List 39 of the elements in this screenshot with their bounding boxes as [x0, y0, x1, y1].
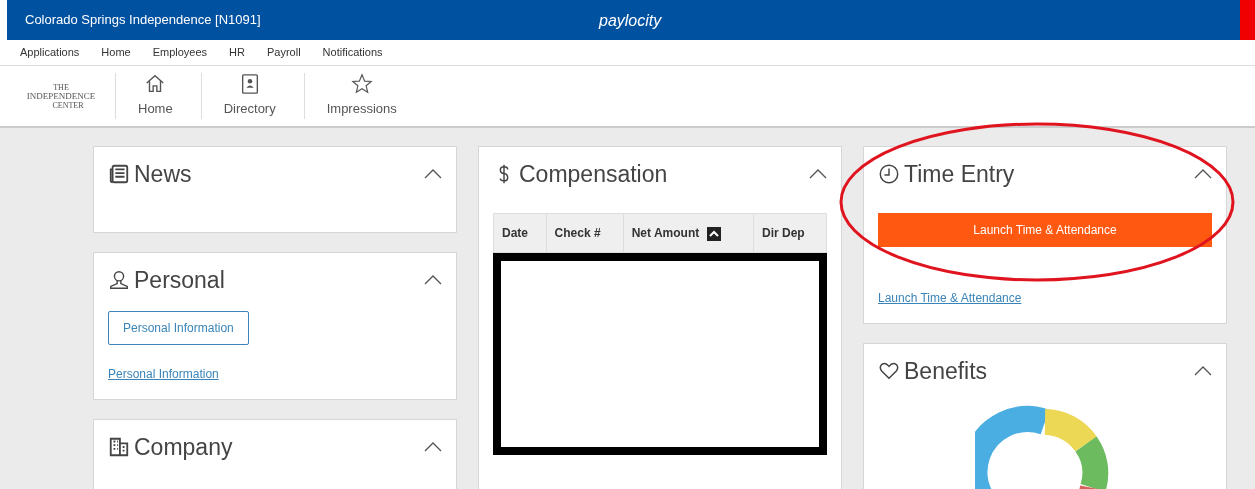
menu-item[interactable]: HR [229, 44, 245, 61]
column-header[interactable]: Dir Dep [753, 213, 827, 253]
clock-icon [878, 163, 900, 185]
link[interactable]: Personal Information [108, 367, 219, 381]
building-icon [108, 436, 130, 458]
card-title: Compensation [519, 159, 668, 189]
header-indicator [1240, 0, 1255, 40]
column-header[interactable]: Net Amount [623, 213, 754, 253]
collapse-icon[interactable] [1194, 366, 1212, 376]
card-title: News [134, 159, 192, 189]
menu-item[interactable]: Notifications [322, 44, 383, 61]
toolbar-button[interactable]: Impressions [316, 73, 407, 119]
sort-icon[interactable] [707, 226, 722, 241]
column-header[interactable]: Check # [546, 213, 624, 253]
card-title: Benefits [904, 356, 988, 386]
link[interactable]: Launch Time & Attendance [878, 291, 1022, 305]
toolbar-button[interactable]: Home [128, 73, 183, 119]
collapse-icon[interactable] [1194, 169, 1212, 179]
collapse-icon[interactable] [424, 275, 442, 285]
logo: paylocity [599, 11, 662, 31]
menu-item[interactable]: Home [101, 44, 131, 61]
star-icon [350, 73, 373, 96]
column-header[interactable]: Date [493, 213, 547, 253]
card-title: Company [134, 432, 233, 462]
newspaper-icon [108, 163, 130, 185]
collapse-icon[interactable] [809, 169, 827, 179]
collapse-icon[interactable] [424, 442, 442, 452]
company-title: Colorado Springs Independence [N1091] [24, 11, 261, 30]
menu-item[interactable]: Employees [152, 44, 208, 61]
button[interactable]: Personal Information [108, 311, 249, 345]
person-icon [108, 269, 130, 291]
card-title: Personal [134, 265, 225, 295]
toolbar-button[interactable]: Directory [213, 73, 286, 119]
menu-item[interactable]: Payroll [267, 44, 301, 61]
heart-icon [878, 360, 900, 382]
org-logo: THE INDEPENDENCE CENTER [25, 82, 97, 110]
menu-item[interactable]: Applications [20, 44, 80, 61]
card-title: Time Entry [904, 159, 1015, 189]
collapse-icon[interactable] [424, 169, 442, 179]
